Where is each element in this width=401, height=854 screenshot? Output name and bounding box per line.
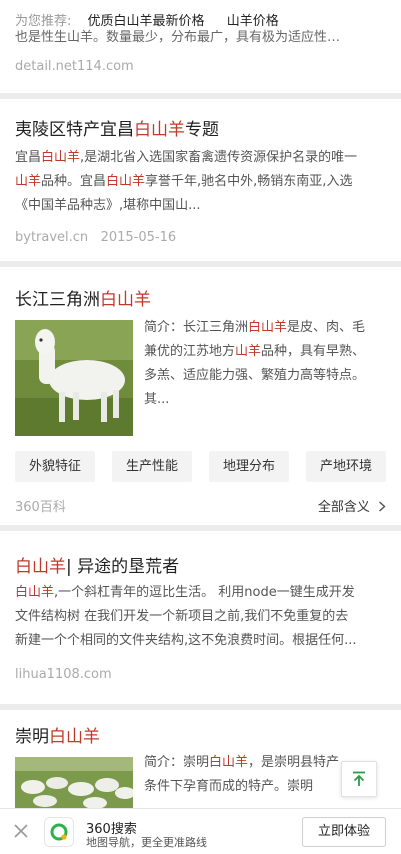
result-title[interactable]: 长江三角洲白山羊	[15, 285, 151, 310]
result-snippet: 宜昌白山羊,是湖北省入选国家畜禽遗传资源保护名录的唯一 山羊品种。宜昌白山羊享誉…	[15, 150, 358, 213]
result-source: lihua1108.com	[15, 667, 112, 682]
result-source: bytravel.cn 2015-05-16	[15, 230, 177, 245]
result-title[interactable]: 夷陵区特产宜昌白山羊专题	[15, 115, 219, 140]
app-subtitle: 地图导航，更全更准路线	[86, 836, 207, 849]
tag-environment[interactable]: 产地环境	[305, 451, 386, 482]
result-card-2[interactable]: 夷陵区特产宜昌白山羊专题 宜昌白山羊,是湖北省入选国家畜禽遗传资源保护名录的唯一…	[0, 99, 401, 261]
result-snippet-fragment: 也是性生山羊。数量最少，分布最广，具有极为适应性…	[15, 30, 341, 45]
result-card-4[interactable]: 白山羊| 异途的垦荒者 白山羊,一个斜杠青年的逗比生活。 利用node一键生成开…	[0, 531, 401, 704]
result-snippet: 白山羊,一个斜杠青年的逗比生活。 利用node一键生成开发 文件结构树 在我们开…	[15, 585, 357, 648]
app-download-banner: 360搜索 地图导航，更全更准路线 立即体验	[0, 808, 401, 854]
result-source: 360百科	[15, 500, 66, 515]
tag-row: 外貌特征 生产性能 地理分布 产地环境	[15, 451, 386, 482]
result-card-1[interactable]: 为您推荐: 优质白山羊最新价格 山羊价格 也是性生山羊。数量最少，分布最广，具有…	[0, 0, 401, 93]
tag-performance[interactable]: 生产性能	[111, 451, 192, 482]
close-icon	[14, 824, 28, 838]
tag-appearance[interactable]: 外貌特征	[15, 451, 96, 482]
result-title[interactable]: 白山羊| 异途的垦荒者	[15, 552, 179, 577]
result-title[interactable]: 崇明白山羊	[15, 722, 100, 747]
result-card-3[interactable]: 长江三角洲白山羊 简介：长江三角洲白山羊是皮、肉、毛 兼优的江苏地方山羊品种，具…	[0, 267, 401, 525]
result-date: 2015-05-16	[100, 230, 177, 245]
360-search-logo	[44, 817, 74, 847]
tag-distribution[interactable]: 地理分布	[208, 451, 289, 482]
result-source: detail.net114.com	[15, 59, 134, 74]
chevron-right-icon	[379, 501, 386, 512]
all-meanings-link[interactable]: 全部含义	[318, 496, 386, 515]
result-snippet: 简介：长江三角洲白山羊是皮、肉、毛 兼优的江苏地方山羊品种，具有早熟、 多羔、适…	[144, 320, 366, 407]
close-banner-button[interactable]	[11, 821, 31, 841]
goat-thumbnail[interactable]	[15, 320, 133, 436]
try-now-button[interactable]: 立即体验	[302, 817, 386, 847]
back-to-top-button[interactable]	[341, 761, 377, 797]
arrow-up-icon	[353, 771, 365, 786]
goat-herd-thumbnail[interactable]	[15, 757, 133, 809]
